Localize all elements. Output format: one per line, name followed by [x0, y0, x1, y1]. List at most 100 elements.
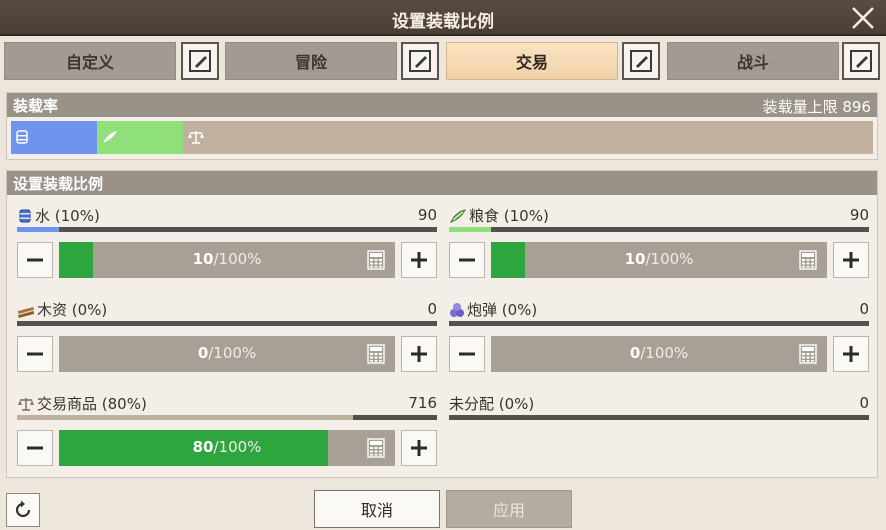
scales-icon: [187, 129, 205, 149]
load-rate-section: 装载率 装载量上限 896: [6, 92, 878, 160]
close-button[interactable]: [848, 3, 878, 33]
load-rate-bar: [11, 121, 873, 154]
minus-icon: [27, 352, 43, 356]
reset-button[interactable]: [6, 493, 40, 527]
resource-label: 炮弹 (0%): [449, 299, 537, 322]
ratio-value: 0/100%: [629, 344, 689, 362]
settings-header: 设置装载比例: [7, 171, 877, 195]
resource-label: 粮食 (10%): [449, 205, 549, 228]
resource-controls: 80/100%: [17, 430, 437, 466]
resource-bar: [17, 321, 437, 326]
resource-amount: 716: [408, 394, 437, 412]
grain-icon: [101, 129, 119, 149]
tab-combat[interactable]: 战斗: [667, 42, 839, 80]
apply-button[interactable]: 应用: [446, 490, 572, 528]
refresh-icon: [15, 500, 31, 518]
plus-icon: [843, 346, 859, 362]
increase-button[interactable]: [401, 430, 437, 466]
ratio-slider[interactable]: 0/100%: [59, 336, 395, 372]
decrease-button[interactable]: [449, 242, 485, 278]
resource-amount: 0: [859, 300, 869, 318]
decrease-button[interactable]: [17, 430, 53, 466]
calculator-icon[interactable]: [799, 344, 817, 368]
edit-trade-button[interactable]: [622, 42, 660, 80]
tab-custom[interactable]: 自定义: [4, 42, 176, 80]
scales-icon: [17, 396, 35, 416]
load-rate-header: 装载率 装载量上限 896: [7, 93, 877, 117]
minus-icon: [27, 258, 43, 262]
load-segment: [97, 121, 184, 154]
minus-icon: [459, 352, 475, 356]
decrease-button[interactable]: [449, 336, 485, 372]
resource-label: 交易商品 (80%): [17, 393, 147, 416]
edit-adventure-button[interactable]: [401, 42, 439, 80]
calculator-icon[interactable]: [367, 344, 385, 368]
resource-label: 水 (10%): [17, 205, 100, 228]
title-bar: 设置装载比例: [0, 0, 886, 36]
ratio-slider[interactable]: 10/100%: [59, 242, 395, 278]
preset-tabs: 自定义 冒险 交易 战斗: [4, 42, 880, 82]
calculator-icon[interactable]: [799, 250, 817, 274]
resource-bar: [449, 321, 869, 326]
edit-combat-button[interactable]: [842, 42, 880, 80]
resource-label-text: 粮食 (10%): [469, 207, 549, 225]
unallocated-bar: [449, 415, 869, 420]
tab-trade[interactable]: 交易: [446, 42, 618, 80]
decrease-button[interactable]: [17, 242, 53, 278]
resource-label-text: 木资 (0%): [37, 301, 108, 319]
edit-custom-button[interactable]: [181, 42, 219, 80]
dialog-title: 设置装载比例: [392, 12, 494, 32]
edit-icon: [409, 50, 431, 72]
resource-amount: 0: [427, 300, 437, 318]
resource-label-text: 炮弹 (0%): [467, 301, 538, 319]
cancel-button[interactable]: 取消: [314, 490, 440, 528]
minus-icon: [27, 446, 43, 450]
load-segment: [11, 121, 98, 154]
close-icon: [852, 7, 874, 29]
resource-bar: [449, 227, 869, 232]
ratio-value: 80/100%: [192, 438, 262, 456]
resource-controls: 10/100%: [449, 242, 869, 278]
calculator-icon[interactable]: [367, 250, 385, 274]
resource-label-text: 交易商品 (80%): [37, 395, 147, 413]
plus-icon: [411, 440, 427, 456]
grain-icon: [449, 208, 467, 228]
resource-controls: 0/100%: [17, 336, 437, 372]
ratio-slider[interactable]: 0/100%: [491, 336, 827, 372]
edit-icon: [630, 50, 652, 72]
resource-label: 木资 (0%): [17, 299, 107, 322]
resource-amount: 90: [849, 206, 869, 224]
ratio-value: 10/100%: [192, 250, 262, 268]
load-rate-heading: 装载率: [13, 97, 59, 115]
edit-icon: [850, 50, 872, 72]
ratio-value: 0/100%: [197, 344, 257, 362]
decrease-button[interactable]: [17, 336, 53, 372]
resource-bar: [17, 415, 437, 420]
load-settings-section: 设置装载比例 水 (10%) 90 10/100% 粮食 (10%) 90 10/100%…: [6, 170, 878, 478]
water-barrel-icon: [17, 208, 33, 228]
minus-icon: [459, 258, 475, 262]
plus-icon: [411, 252, 427, 268]
unallocated-label: 未分配 (0%): [449, 395, 535, 413]
cannonball-icon: [449, 302, 465, 322]
increase-button[interactable]: [401, 242, 437, 278]
resource-controls: 10/100%: [17, 242, 437, 278]
plus-icon: [411, 346, 427, 362]
increase-button[interactable]: [401, 336, 437, 372]
calculator-icon[interactable]: [367, 438, 385, 462]
edit-icon: [189, 50, 211, 72]
ratio-slider[interactable]: 10/100%: [491, 242, 827, 278]
resource-controls: 0/100%: [449, 336, 869, 372]
ratio-slider[interactable]: 80/100%: [59, 430, 395, 466]
water-barrel-icon: [15, 129, 29, 149]
increase-button[interactable]: [833, 242, 869, 278]
tab-adventure[interactable]: 冒险: [225, 42, 397, 80]
ratio-value: 10/100%: [624, 250, 694, 268]
increase-button[interactable]: [833, 336, 869, 372]
resource-label-text: 水 (10%): [35, 207, 100, 225]
capacity-label: 装载量上限 896: [762, 98, 871, 116]
plus-icon: [843, 252, 859, 268]
unallocated-amount: 0: [859, 394, 869, 412]
load-segment: [183, 121, 873, 154]
resource-amount: 90: [417, 206, 437, 224]
